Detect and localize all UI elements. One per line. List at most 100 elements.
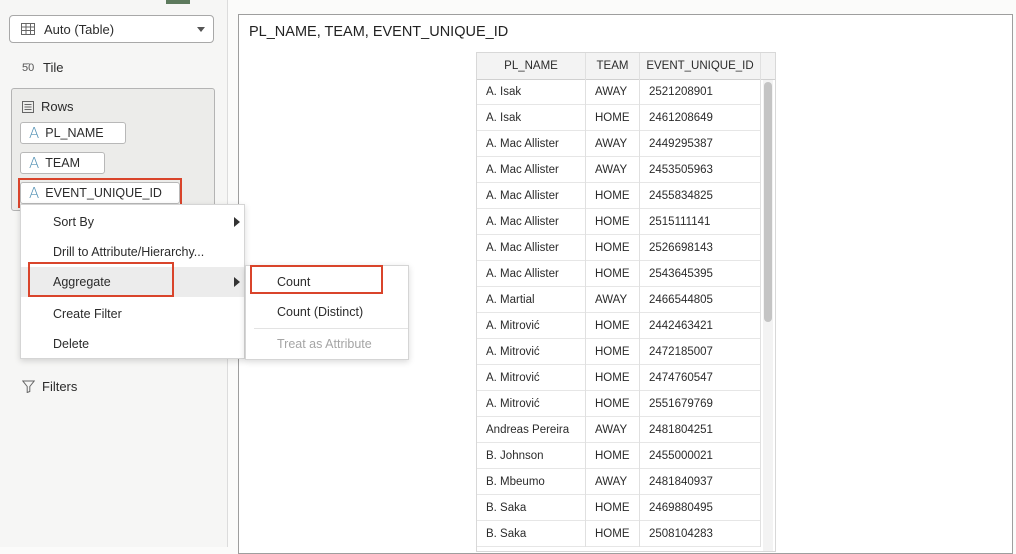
- table-cell: A. Mitrović: [477, 313, 586, 339]
- table-cell: A. Mac Allister: [477, 235, 586, 261]
- table-row: A. Mac Allister HOME 2455834825: [477, 183, 761, 209]
- pill-pl-name[interactable]: A PL_NAME: [20, 122, 126, 144]
- table-scrollbar[interactable]: [763, 80, 773, 551]
- pill-event-unique-id[interactable]: A EVENT_UNIQUE_ID: [20, 182, 180, 204]
- tile-section[interactable]: 5̄0 Tile: [22, 60, 63, 75]
- table-cell: B. Saka: [477, 495, 586, 521]
- table-cell: 2481840937: [640, 469, 761, 495]
- table-row: A. Mitrović HOME 2474760547: [477, 365, 761, 391]
- table-row: A. Mac Allister HOME 2526698143: [477, 235, 761, 261]
- table-cell: AWAY: [586, 287, 640, 313]
- menu-item-create-filter[interactable]: Create Filter: [21, 299, 244, 329]
- context-menu: Sort By Drill to Attribute/Hierarchy... …: [20, 204, 245, 359]
- tile-label: Tile: [43, 60, 64, 75]
- table-row: A. Mac Allister HOME 2515111141: [477, 209, 761, 235]
- table-row: B. Johnson HOME 2455000021: [477, 443, 761, 469]
- table-cell: 2474760547: [640, 365, 761, 391]
- table-cell: 2543645395: [640, 261, 761, 287]
- column-header[interactable]: EVENT_UNIQUE_ID: [640, 53, 761, 79]
- table-cell: AWAY: [586, 79, 640, 105]
- menu-item-treat-as-attribute: Treat as Attribute: [277, 337, 372, 351]
- filter-icon: [22, 380, 35, 393]
- table-cell: A. Isak: [477, 79, 586, 105]
- table-cell: 2469880495: [640, 495, 761, 521]
- table-cell: 2442463421: [640, 313, 761, 339]
- table-cell: HOME: [586, 521, 640, 547]
- table-cell: 2455834825: [640, 183, 761, 209]
- table-cell: AWAY: [586, 417, 640, 443]
- table-cell: 2453505963: [640, 157, 761, 183]
- menu-item-count[interactable]: Count: [246, 267, 408, 297]
- scrollbar-thumb[interactable]: [764, 82, 772, 322]
- table-cell: B. Johnson: [477, 443, 586, 469]
- attribute-icon: A: [29, 124, 40, 142]
- table-cell: Andreas Pereira: [477, 417, 586, 443]
- table-icon: [21, 23, 35, 35]
- menu-item-drill[interactable]: Drill to Attribute/Hierarchy...: [21, 237, 244, 267]
- table-cell: 2521208901: [640, 79, 761, 105]
- table-header: PL_NAME TEAM EVENT_UNIQUE_ID: [477, 53, 775, 80]
- filters-label: Filters: [42, 379, 78, 394]
- table-cell: A. Mac Allister: [477, 131, 586, 157]
- table-cell: HOME: [586, 391, 640, 417]
- chevron-right-icon: [234, 217, 240, 227]
- table-row: A. Mac Allister HOME 2543645395: [477, 261, 761, 287]
- table-cell: A. Mitrović: [477, 391, 586, 417]
- table-row: B. Mbeumo AWAY 2481840937: [477, 469, 761, 495]
- rows-header: Rows: [22, 99, 74, 114]
- table-cell: 2472185007: [640, 339, 761, 365]
- tile-icon: 5̄0: [22, 61, 35, 74]
- table-cell: A. Martial: [477, 287, 586, 313]
- menu-item-delete[interactable]: Delete: [21, 329, 244, 359]
- table-cell: HOME: [586, 365, 640, 391]
- column-header[interactable]: TEAM: [586, 53, 640, 79]
- attribute-icon: A: [29, 184, 40, 202]
- table-cell: HOME: [586, 183, 640, 209]
- table-row: B. Saka HOME 2469880495: [477, 495, 761, 521]
- table-cell: A. Mac Allister: [477, 183, 586, 209]
- table-cell: 2455000021: [640, 443, 761, 469]
- table-cell: 2461208649: [640, 105, 761, 131]
- aggregate-submenu: Count Count (Distinct) Treat as Attribut…: [245, 265, 409, 360]
- attribute-icon: A: [29, 154, 40, 172]
- table-cell: AWAY: [586, 131, 640, 157]
- table-row: A. Mitrović HOME 2472185007: [477, 339, 761, 365]
- table-cell: B. Mbeumo: [477, 469, 586, 495]
- table-row: B. Saka HOME 2508104283: [477, 521, 761, 547]
- chevron-right-icon: [234, 277, 240, 287]
- table-cell: HOME: [586, 105, 640, 131]
- table-cell: A. Mac Allister: [477, 261, 586, 287]
- table-row: A. Isak AWAY 2521208901: [477, 79, 761, 105]
- column-header[interactable]: PL_NAME: [477, 53, 586, 79]
- rows-label: Rows: [41, 99, 74, 114]
- table-cell: 2551679769: [640, 391, 761, 417]
- data-table: PL_NAME TEAM EVENT_UNIQUE_ID A. Isak AWAY…: [476, 52, 776, 552]
- menu-item-count-distinct[interactable]: Count (Distinct): [246, 297, 408, 327]
- table-cell: AWAY: [586, 469, 640, 495]
- table-cell: 2515111141: [640, 209, 761, 235]
- table-cell: HOME: [586, 235, 640, 261]
- visualization-type-label: Auto (Table): [44, 21, 115, 37]
- active-tab-indicator: [166, 0, 190, 4]
- visualization-type-select[interactable]: Auto (Table): [9, 15, 214, 43]
- rows-icon: [22, 100, 34, 113]
- table-cell: 2466544805: [640, 287, 761, 313]
- table-cell: 2449295387: [640, 131, 761, 157]
- menu-item-sort-by[interactable]: Sort By: [21, 207, 244, 237]
- chevron-down-icon: [197, 27, 205, 32]
- table-row: A. Isak HOME 2461208649: [477, 105, 761, 131]
- table-row: A. Mitrović HOME 2442463421: [477, 313, 761, 339]
- table-row: A. Martial AWAY 2466544805: [477, 287, 761, 313]
- pill-team[interactable]: A TEAM: [20, 152, 105, 174]
- table-cell: HOME: [586, 209, 640, 235]
- table-cell: HOME: [586, 443, 640, 469]
- table-cell: A. Mitrović: [477, 365, 586, 391]
- pill-label: PL_NAME: [45, 126, 104, 140]
- menu-item-aggregate[interactable]: Aggregate: [21, 267, 244, 297]
- pill-label: EVENT_UNIQUE_ID: [45, 186, 162, 200]
- table-cell: HOME: [586, 339, 640, 365]
- table-row: A. Mitrović HOME 2551679769: [477, 391, 761, 417]
- table-cell: HOME: [586, 261, 640, 287]
- table-cell: 2481804251: [640, 417, 761, 443]
- filters-section[interactable]: Filters: [22, 379, 77, 394]
